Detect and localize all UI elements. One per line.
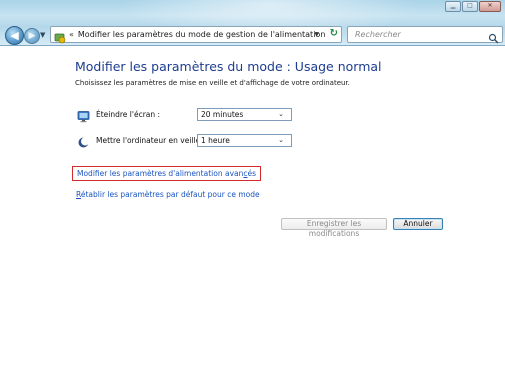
search-placeholder: Rechercher	[355, 30, 401, 39]
forward-button[interactable]: ▶	[24, 28, 40, 44]
maximize-button[interactable]: □	[462, 1, 478, 12]
cancel-button[interactable]: Annuler	[393, 218, 443, 230]
close-button[interactable]: ✕	[479, 1, 501, 12]
advanced-link-text-b: és	[247, 169, 257, 178]
chevron-down-icon: ⌄	[278, 110, 284, 118]
breadcrumb-separator: «	[69, 30, 74, 39]
chevron-down-icon: ⌄	[278, 136, 284, 144]
control-panel-icon	[54, 29, 66, 43]
address-bar[interactable]: « Modifier les paramètres du mode de ges…	[50, 26, 342, 43]
display-off-row: Éteindre l'écran :	[77, 108, 161, 123]
save-button[interactable]: Enregistrer les modifications	[281, 218, 387, 238]
display-off-value: 20 minutes	[201, 110, 244, 119]
forward-arrow-icon: ▶	[28, 31, 36, 41]
recent-pages-dropdown[interactable]: ▼	[40, 31, 45, 39]
window-controls: ▁ □ ✕	[445, 1, 501, 12]
page-title: Modifier les paramètres du mode : Usage …	[75, 59, 382, 74]
address-dropdown-icon[interactable]: ▼	[314, 31, 319, 38]
title-bar: ▁ □ ✕ ◀ ▶ ▼ « Modifier les paramètres du…	[0, 0, 505, 46]
power-options-window: ▁ □ ✕ ◀ ▶ ▼ « Modifier les paramètres du…	[0, 0, 505, 381]
advanced-settings-link[interactable]: Modifier les paramètres d'alimentation a…	[72, 166, 262, 181]
advanced-link-text-a: Modifier les paramètres d'alimentation a…	[77, 169, 244, 178]
breadcrumb[interactable]: Modifier les paramètres du mode de gesti…	[78, 30, 325, 39]
restore-link-text: établir les paramètres par défaut pour c…	[80, 190, 260, 199]
minimize-button[interactable]: ▁	[445, 1, 461, 12]
back-arrow-icon: ◀	[10, 29, 19, 42]
main-content: Modifier les paramètres du mode : Usage …	[0, 46, 505, 381]
display-off-label: Éteindre l'écran :	[96, 110, 161, 119]
moon-icon	[77, 134, 90, 148]
page-subtitle: Choisissez les paramètres de mise en vei…	[75, 79, 350, 87]
back-button[interactable]: ◀	[5, 26, 24, 45]
sleep-select[interactable]: 1 heure ⌄	[197, 134, 292, 147]
display-off-select[interactable]: 20 minutes ⌄	[197, 108, 292, 121]
monitor-icon	[77, 108, 90, 123]
refresh-icon[interactable]: ↻	[330, 28, 338, 39]
sleep-label: Mettre l'ordinateur en veille :	[96, 136, 206, 145]
restore-defaults-link[interactable]: Rétablir les paramètres par défaut pour …	[76, 190, 260, 199]
sleep-row: Mettre l'ordinateur en veille :	[77, 134, 206, 148]
search-input[interactable]: Rechercher	[347, 26, 503, 44]
sleep-value: 1 heure	[201, 136, 230, 145]
search-icon[interactable]	[488, 29, 499, 44]
